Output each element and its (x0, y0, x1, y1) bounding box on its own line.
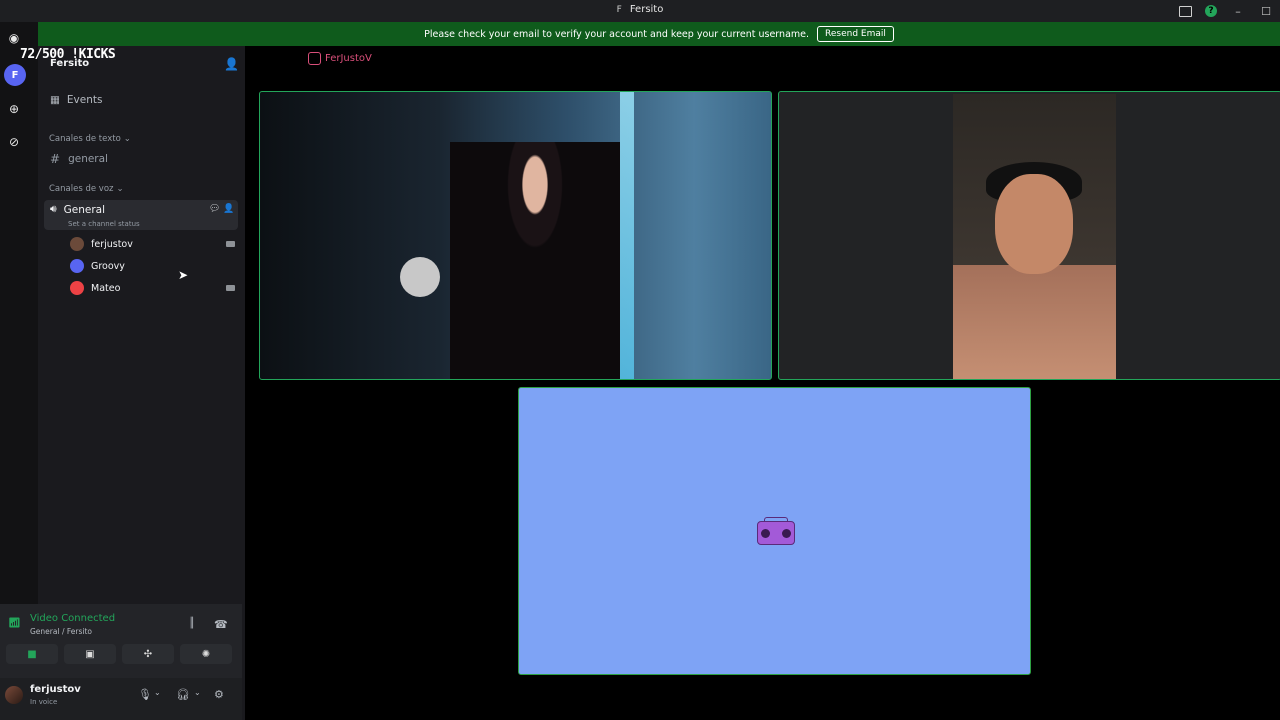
channel-general-text[interactable]: # general (50, 152, 108, 166)
video-tile-mateo[interactable] (778, 91, 1280, 380)
explore-icon[interactable]: ⊘ (7, 135, 21, 149)
voice-status: Video Connected (30, 613, 116, 624)
microphone-prop (400, 257, 440, 297)
app-initial: F (616, 5, 622, 15)
calendar-icon: ▦ (50, 94, 60, 106)
soundboard-button[interactable]: ✺ (180, 644, 232, 664)
camera-button[interactable]: ■ (6, 644, 58, 664)
headphones-icon[interactable]: 🎧︎ (176, 688, 190, 701)
streamer-video (450, 142, 620, 379)
voice-channel-label: 🔊︎ General (50, 203, 106, 216)
inbox-icon[interactable] (1172, 0, 1198, 22)
events-item[interactable]: ▦ Events (50, 94, 102, 106)
video-tile-ferjustov[interactable] (259, 91, 772, 380)
led-light (620, 92, 634, 379)
discord-home-icon[interactable]: ◉ (7, 31, 21, 45)
camera-icon (226, 285, 235, 291)
instagram-icon (308, 52, 321, 65)
help-icon[interactable]: ? (1198, 0, 1224, 22)
activities-button[interactable]: ✣ (122, 644, 174, 664)
user-area: ferjustov In voice 🎙︎ ⌄ 🎧︎ ⌄ ⚙︎ (0, 678, 242, 720)
member-mateo[interactable]: Mateo (70, 281, 120, 295)
verify-email-banner: Please check your email to verify your a… (38, 22, 1280, 46)
microphone-icon[interactable]: 🎙︎ (138, 688, 152, 701)
settings-gear-icon[interactable]: ⚙︎ (214, 688, 224, 701)
banner-text: Please check your email to verify your a… (424, 28, 810, 40)
face (995, 174, 1073, 274)
avatar (70, 259, 84, 273)
invite-to-channel-icon[interactable]: 👤 (223, 204, 234, 214)
instagram-overlay: FerJustoV (308, 52, 372, 65)
camera-feed (953, 94, 1116, 379)
video-tile-groovy[interactable] (518, 387, 1031, 675)
add-server-icon[interactable]: ⊕ (7, 102, 21, 116)
chevron-down-icon: ⌄ (116, 184, 124, 194)
minimize-button[interactable]: – (1224, 5, 1252, 18)
chevron-down-icon: ⌄ (123, 134, 131, 144)
chevron-down-icon[interactable]: ⌄ (154, 688, 161, 697)
text-category[interactable]: Canales de texto ⌄ (49, 134, 131, 144)
title-bar: F Fersito ? – ☐ (0, 0, 1280, 22)
voice-category[interactable]: Canales de voz ⌄ (49, 184, 124, 194)
user-status: In voice (30, 698, 58, 706)
member-ferjustov[interactable]: ferjustov (70, 237, 133, 251)
chat-icon[interactable]: 💬︎ (209, 204, 220, 214)
resend-email-button[interactable]: Resend Email (817, 26, 894, 42)
mouse-cursor-icon: ➤ (178, 268, 189, 282)
user-name[interactable]: ferjustov (30, 684, 81, 695)
kicks-counter-overlay: 72/500 !KICKS (20, 47, 116, 62)
camera-icon (226, 241, 235, 247)
avatar (70, 281, 84, 295)
avatar (70, 237, 84, 251)
window-title: F Fersito (0, 4, 1280, 15)
screen-share-button[interactable]: ▣ (64, 644, 116, 664)
chevron-down-icon[interactable]: ⌄ (194, 688, 201, 697)
noise-suppression-icon[interactable]: ║ (189, 618, 195, 629)
member-groovy[interactable]: Groovy (70, 259, 125, 273)
invite-icon[interactable]: 👤 (224, 57, 239, 71)
server-icon-fersito[interactable]: F (4, 64, 26, 86)
window-title-text: Fersito (629, 4, 664, 15)
disconnect-icon[interactable]: ☎︎ (214, 618, 228, 631)
voice-panel: 📶︎ Video Connected General / Fersito ║ ☎… (0, 604, 242, 720)
channel-status[interactable]: Set a channel status (68, 220, 140, 228)
speaker-icon: 🔊︎ (50, 203, 57, 215)
boombox-icon (757, 517, 795, 545)
voice-location[interactable]: General / Fersito (30, 627, 92, 636)
maximize-button[interactable]: ☐ (1252, 5, 1280, 18)
hash-icon: # (50, 152, 61, 166)
user-avatar[interactable] (5, 686, 23, 704)
signal-icon: 📶︎ (8, 618, 21, 629)
